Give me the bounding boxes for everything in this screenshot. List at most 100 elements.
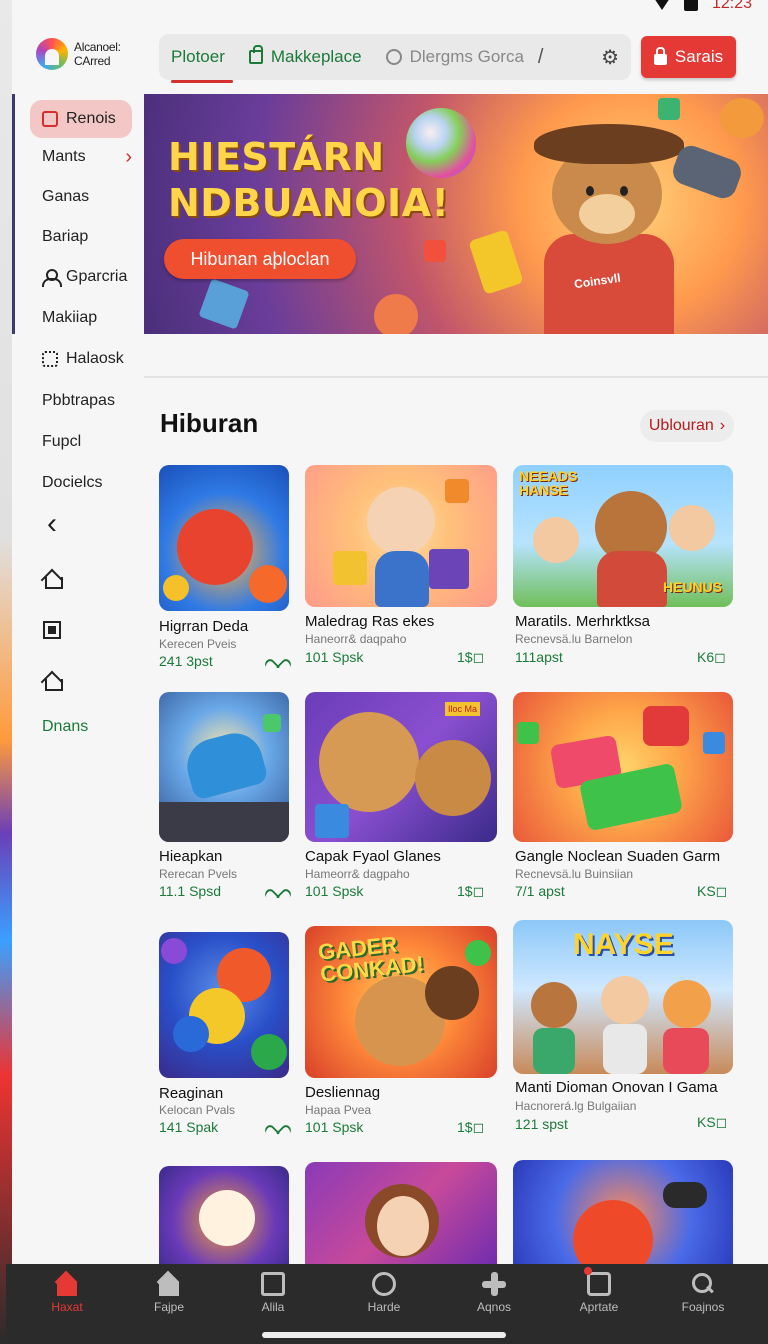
- game-card[interactable]: NEEADS HANSE HEUNUS Maratils. Merhrktksa…: [513, 465, 733, 675]
- chevron-right-icon: ›: [719, 417, 726, 434]
- sidebar-item-makiiap[interactable]: Makiiap: [30, 299, 132, 337]
- wifi-icon: [653, 0, 670, 10]
- home-icon: [157, 1272, 181, 1296]
- game-card[interactable]: Hieapkan Rerecan Pvels 11.1 Spsd: [159, 692, 289, 906]
- game-card[interactable]: [305, 1162, 497, 1264]
- game-card[interactable]: Gangle Noclean Suaden Garm Recnevsä.lu B…: [513, 692, 733, 906]
- game-card[interactable]: NAYSE Manti Dioman Onovan I Gama Hacnore…: [513, 920, 733, 1142]
- card-rating: 11.1 Spsd: [159, 883, 222, 899]
- card-badge: Iloc Ma: [445, 702, 481, 716]
- game-card[interactable]: Higrran Deda Kerecen Pveis 241 3pst: [159, 465, 289, 675]
- card-title: Desliennag: [305, 1084, 381, 1101]
- dice-decoration: [198, 278, 250, 330]
- game-card[interactable]: Reaginan Kelocan Pvals 141 Spak: [159, 932, 289, 1142]
- tab-haxat[interactable]: Haxat: [22, 1272, 112, 1322]
- box-icon: [584, 1267, 611, 1296]
- game-thumbnail: NAYSE: [513, 920, 733, 1074]
- card-title: Maratils. Merhrktksa: [515, 613, 651, 630]
- tab-games-search[interactable]: Dlergms Gorca /: [374, 34, 556, 80]
- search-icon: [691, 1272, 715, 1296]
- logo-text: Alcanoel: CArred: [74, 40, 121, 68]
- game-card[interactable]: Iloc Ma Capak Fyaol Glanes Hameorr& dagp…: [305, 692, 497, 906]
- card-rating: 7/1 apst: [515, 883, 565, 899]
- square-icon[interactable]: [40, 618, 64, 642]
- tab-alila[interactable]: Alila: [228, 1272, 318, 1322]
- card-rating: 101 Spsk: [305, 1119, 364, 1135]
- logo-icon: [36, 38, 68, 70]
- sidebar-item-gparcria[interactable]: Gparcria: [30, 258, 132, 296]
- game-thumbnail: [305, 465, 497, 607]
- tab-marketplace[interactable]: Makkeplace: [237, 34, 374, 80]
- hero-banner[interactable]: HIESTÁRN NDBUANOIA! Hibunan aþloclan Coi…: [144, 94, 768, 334]
- gear-icon[interactable]: ⚙: [601, 45, 619, 70]
- game-thumbnail: [159, 465, 289, 611]
- sidebar-item-dnans[interactable]: Dnans: [30, 708, 132, 746]
- card-subtitle: Kerecen Pveis: [159, 637, 237, 651]
- tab-aprtate[interactable]: Aprtate: [554, 1267, 644, 1322]
- app-window: 12:23 Alcanoel: CArred Plotoer Makkeplac…: [12, 0, 768, 1264]
- sidebar-item-renois[interactable]: Renois: [30, 100, 132, 138]
- sidebar-item-halaosk[interactable]: Halaosk: [30, 340, 132, 378]
- home-outline-icon[interactable]: [40, 668, 64, 692]
- card-subtitle: Recnevsä.lu Buinsiian: [515, 867, 634, 881]
- home-indicator[interactable]: [262, 1332, 506, 1338]
- back-chevron-icon[interactable]: ‹: [40, 507, 64, 540]
- card-tag: 1$◻: [457, 883, 485, 899]
- status-time: 12:23: [711, 0, 752, 12]
- game-thumbnail: NEEADS HANSE HEUNUS: [513, 465, 733, 607]
- card-rating: 101 Spsk: [305, 883, 364, 899]
- card-title: Capak Fyaol Glanes: [305, 848, 441, 865]
- app-logo[interactable]: Alcanoel: CArred: [36, 38, 121, 70]
- game-card[interactable]: GADER CONKAD! Desliennag Hapaa Pvea 101 …: [305, 926, 497, 1142]
- home-icon[interactable]: [40, 566, 64, 590]
- heart-icon[interactable]: [271, 883, 285, 897]
- ball-decoration: [374, 294, 418, 334]
- bear-mascot: Coinsvll: [468, 124, 694, 334]
- sidebar: Renois Mants › Ganas Bariap Gparcria Mak…: [12, 94, 142, 1264]
- see-all-button[interactable]: Ublouran ›: [640, 410, 734, 442]
- sidebar-item-fupcl[interactable]: Fupcl: [30, 423, 132, 461]
- card-rating: 241 3pst: [159, 653, 213, 669]
- card-badge: NEEADS HANSE: [519, 468, 578, 498]
- card-rating: 101 Spsk: [305, 649, 364, 665]
- person-icon: [42, 269, 62, 287]
- card-subtitle: Rerecan Pvels: [159, 867, 238, 881]
- sidebar-item-pbbtrapas[interactable]: Pbbtrapas: [30, 382, 132, 420]
- card-badge: NAYSE: [573, 928, 674, 961]
- game-card[interactable]: [513, 1160, 733, 1264]
- tab-aqnos[interactable]: Aqnos: [449, 1272, 539, 1322]
- card-subtitle: Recnevsä.lu Barnelon: [515, 632, 633, 646]
- card-rating: 141 Spak: [159, 1119, 219, 1135]
- tab-fajpe[interactable]: Fajpe: [124, 1272, 214, 1322]
- heart-icon[interactable]: [271, 653, 285, 667]
- game-thumbnail: [513, 1160, 733, 1264]
- card-tag: 1$◻: [457, 649, 485, 665]
- game-card[interactable]: [159, 1166, 289, 1264]
- tab-plotoer[interactable]: Plotoer: [159, 34, 237, 83]
- sarais-button[interactable]: Sarais: [641, 36, 736, 78]
- sidebar-item-docielcs[interactable]: Docielcs: [30, 464, 132, 502]
- card-title: Reaginan: [159, 1085, 224, 1102]
- lock-icon: [653, 46, 667, 65]
- ball-decoration: [720, 98, 764, 138]
- separator-slash: /: [537, 45, 544, 68]
- sidebar-item-bariap[interactable]: Bariap: [30, 218, 132, 256]
- banner-cta-button[interactable]: Hibunan aþloclan: [164, 239, 356, 279]
- image-icon: [261, 1272, 285, 1296]
- sidebar-item-mants[interactable]: Mants ›: [30, 138, 132, 176]
- card-subtitle: Hacnorerá.lg Bulgaiian: [515, 1099, 637, 1113]
- status-bar: 12:23: [653, 0, 752, 14]
- game-card-decoration: [468, 229, 524, 295]
- game-thumbnail: GADER CONKAD!: [305, 926, 497, 1078]
- card-tag: KS◻: [697, 883, 728, 899]
- game-thumbnail: [159, 692, 289, 842]
- card-subtitle: Hapaa Pvea: [305, 1103, 372, 1117]
- sidebar-item-ganas[interactable]: Ganas: [30, 178, 132, 216]
- top-nav: Plotoer Makkeplace Dlergms Gorca / ⚙: [159, 34, 631, 83]
- sidebar-rail: [12, 94, 15, 334]
- heart-icon[interactable]: [271, 1119, 285, 1133]
- game-card[interactable]: Maledrag Ras ekes Haneorr& daqpaho 101 S…: [305, 465, 497, 675]
- top-header: Alcanoel: CArred Plotoer Makkeplace Dler…: [12, 22, 768, 92]
- tab-foajnos[interactable]: Foajnos: [658, 1272, 748, 1322]
- tab-harde[interactable]: Harde: [339, 1272, 429, 1322]
